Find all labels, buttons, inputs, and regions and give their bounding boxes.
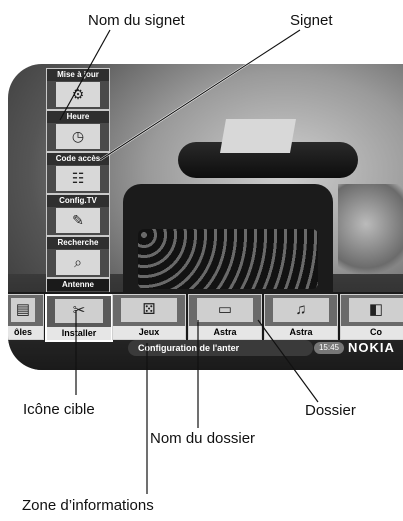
line-bookmark-name: [59, 29, 111, 121]
callout-lines: [59, 29, 319, 494]
line-folder: [257, 319, 319, 403]
line-bookmark-dark: [99, 29, 301, 161]
